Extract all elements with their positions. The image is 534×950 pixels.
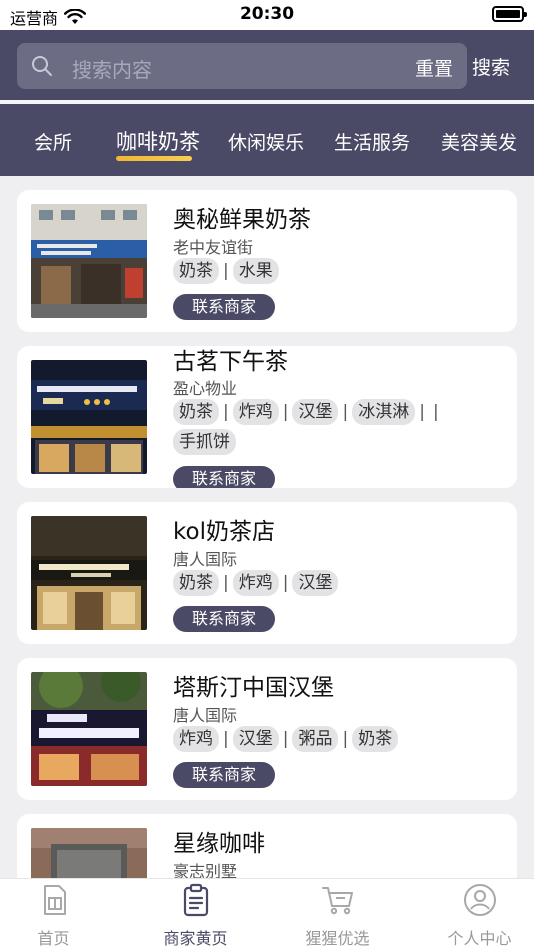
shop-tag: 奶茶 [173,258,219,284]
tab-life-services[interactable]: 生活服务 [334,128,410,155]
battery-icon [492,6,527,22]
nav-label: 个人中心 [447,929,512,948]
clipboard-icon [183,883,208,917]
user-circle-icon [463,884,496,916]
shop-tag: 炸鸡 [232,570,279,596]
reset-button[interactable]: 重置 [415,54,453,81]
shop-name: 星缘咖啡 [173,831,265,857]
nav-merchant-directory[interactable]: 商家黄页 [129,879,262,950]
nav-label: 商家黄页 [163,929,228,948]
tag-separator: | [342,729,349,749]
tab-leisure[interactable]: 休闲娱乐 [228,128,304,155]
nav-label: 猩猩优选 [305,929,370,948]
tab-beauty-hair[interactable]: 美容美发 [441,128,517,155]
tab-coffee-milk-tea[interactable]: 咖啡奶茶 [116,126,200,156]
sim-card-icon [43,885,66,915]
status-bar: 运营商 20:30 [0,0,534,30]
shop-tag: 汉堡 [292,399,339,425]
shop-name: kol奶茶店 [173,519,275,545]
shop-tags: 奶茶 | 水果 [173,258,503,284]
shopping-cart-icon [321,887,353,915]
tag-separator: | [282,729,289,749]
shop-tag: 汉堡 [232,726,279,752]
shop-tags: 奶茶 | 炸鸡 | 汉堡 | 冰淇淋 | | 手抓饼 [173,399,503,455]
tab-clubhouse[interactable]: 会所 [34,128,72,155]
shop-tag: 炸鸡 [173,726,219,752]
shop-tag: 冰淇淋 [352,399,416,425]
active-tab-indicator [116,156,192,161]
shop-area: 唐人国际 [173,706,238,725]
shop-tags: 炸鸡 | 汉堡 | 粥品 | 奶茶 [173,726,503,752]
shop-photo [31,516,147,630]
tag-separator: | [282,402,289,422]
shop-area: 唐人国际 [173,550,238,569]
shop-photo [31,204,147,318]
nav-home[interactable]: 首页 [0,879,120,950]
tag-separator: | [223,261,229,281]
shop-photo [31,672,147,786]
search-icon [32,56,52,76]
tag-separator: | [419,402,425,422]
contact-merchant-button[interactable]: 联系商家 [173,762,275,788]
shop-card[interactable]: 奥秘鲜果奶茶 老中友谊街 奶茶 | 水果 联系商家 [17,190,517,332]
nav-label: 首页 [37,929,70,948]
tag-separator: | [223,573,229,593]
shop-card[interactable]: 古茗下午茶 盈心物业 奶茶 | 炸鸡 | 汉堡 | 冰淇淋 | | 手抓饼 联系商… [17,346,517,488]
contact-merchant-button[interactable]: 联系商家 [173,606,275,632]
category-tabs: 会所 咖啡奶茶 休闲娱乐 生活服务 美容美发 [0,104,534,176]
tag-separator: | [342,402,349,422]
tag-separator: | [223,729,229,749]
shop-tag: 奶茶 [173,570,219,596]
bottom-nav: 首页 商家黄页 猩猩优选 个人中心 [0,878,534,950]
tag-separator: | [223,402,229,422]
contact-merchant-button[interactable]: 联系商家 [173,466,275,488]
shop-tag: 奶茶 [352,726,399,752]
shop-tag: 炸鸡 [232,399,279,425]
search-placeholder: 搜索内容 [72,58,152,82]
nav-selection[interactable]: 猩猩优选 [271,879,404,950]
shop-card[interactable]: 塔斯汀中国汉堡 唐人国际 炸鸡 | 汉堡 | 粥品 | 奶茶 联系商家 [17,658,517,800]
shop-name: 古茗下午茶 [173,349,288,375]
status-time: 20:30 [239,4,295,24]
shop-name: 塔斯汀中国汉堡 [173,675,334,701]
tag-separator: | [432,402,439,422]
shop-tag: 手抓饼 [173,429,236,455]
shop-area: 老中友谊街 [173,238,254,257]
shop-tag: 奶茶 [173,399,219,425]
shop-area: 盈心物业 [173,379,238,398]
shop-tag: 水果 [232,258,279,284]
contact-merchant-button[interactable]: 联系商家 [173,294,275,320]
tag-separator: | [282,573,289,593]
search-button[interactable]: 搜索 [472,53,510,80]
search-header: 搜索内容 重置 搜索 [0,30,534,100]
nav-profile[interactable]: 个人中心 [413,879,534,950]
shop-card[interactable]: kol奶茶店 唐人国际 奶茶 | 炸鸡 | 汉堡 联系商家 [17,502,517,644]
shop-tag: 汉堡 [292,570,339,596]
shop-tags: 奶茶 | 炸鸡 | 汉堡 [173,570,503,596]
shop-name: 奥秘鲜果奶茶 [173,207,311,233]
search-input[interactable]: 搜索内容 重置 [17,43,467,89]
shop-photo [31,360,147,474]
shop-tag: 粥品 [292,726,339,752]
